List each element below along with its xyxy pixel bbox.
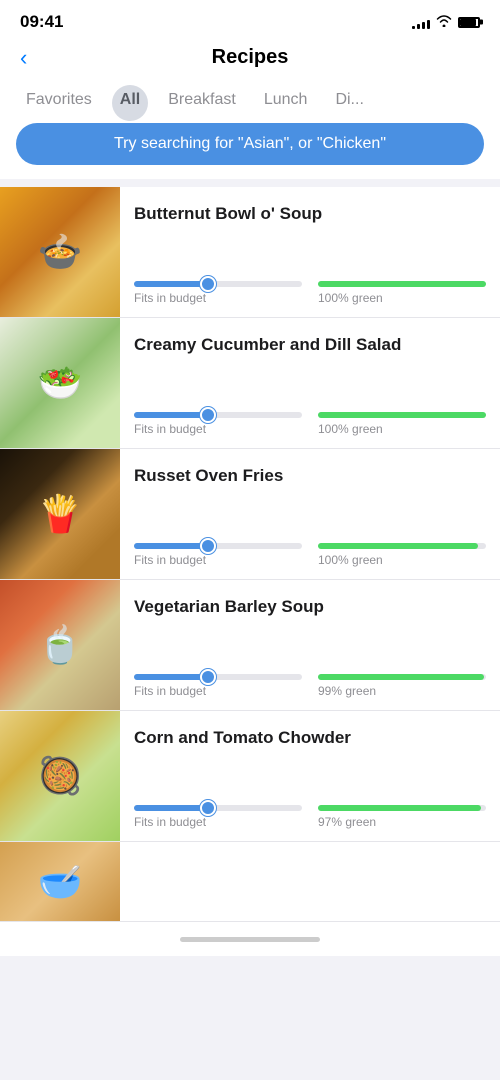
green-bar-track [318,281,486,287]
green-bar-track [318,412,486,418]
green-bar-group: 100% green [318,281,486,305]
recipe-info [120,842,500,921]
green-bar-fill [318,281,486,287]
recipe-name: Corn and Tomato Chowder [134,727,486,749]
budget-label: Fits in budget [134,684,302,698]
green-label: 97% green [318,815,486,829]
recipe-name: Russet Oven Fries [134,465,486,487]
recipe-item[interactable]: 🥘 Corn and Tomato Chowder Fits in budget… [0,711,500,842]
recipe-info: Russet Oven Fries Fits in budget 100% gr… [120,449,500,579]
home-bar [180,937,320,942]
budget-bar-group: Fits in budget [134,674,302,698]
green-bar-fill [318,543,478,549]
recipe-image: 🍵 [0,580,120,710]
recipe-info: Creamy Cucumber and Dill Salad Fits in b… [120,318,500,448]
green-bar-track [318,674,486,680]
tab-active-indicator [112,85,148,121]
recipe-image: 🥘 [0,711,120,841]
recipe-bars: Fits in budget 100% green [134,543,486,567]
recipe-image: 🍲 [0,187,120,317]
search-bar-container: Try searching for "Asian", or "Chicken" [0,123,500,179]
budget-label: Fits in budget [134,553,302,567]
green-bar-fill [318,674,484,680]
budget-bar-track [134,543,302,549]
recipe-image: 🥗 [0,318,120,448]
status-bar: 09:41 [0,0,500,38]
recipe-name: Creamy Cucumber and Dill Salad [134,334,486,356]
green-bar-fill [318,412,486,418]
tabs-container: Favorites All Breakfast Lunch Di... [0,77,500,123]
recipe-image: 🍟 [0,449,120,579]
budget-bar-fill [134,281,210,287]
budget-bar-group: Fits in budget [134,805,302,829]
green-bar-track [318,543,486,549]
recipe-bars: Fits in budget 97% green [134,805,486,829]
header: ‹ Recipes [0,38,500,77]
wifi-icon [436,14,452,30]
recipe-item[interactable]: 🥗 Creamy Cucumber and Dill Salad Fits in… [0,318,500,449]
recipe-image: 🥣 [0,842,120,922]
budget-bar-fill [134,543,210,549]
status-icons [412,14,480,30]
tabs-row: Favorites All Breakfast Lunch Di... [0,85,500,123]
signal-icon [412,15,430,29]
green-bar-group: 97% green [318,805,486,829]
tab-breakfast[interactable]: Breakfast [154,85,250,123]
recipe-list: 🍲 Butternut Bowl o' Soup Fits in budget … [0,187,500,922]
tab-lunch[interactable]: Lunch [250,85,322,123]
recipe-name: Butternut Bowl o' Soup [134,203,486,225]
section-divider [0,179,500,187]
recipe-info: Corn and Tomato Chowder Fits in budget 9… [120,711,500,841]
green-bar-group: 100% green [318,543,486,567]
back-button[interactable]: ‹ [20,45,27,71]
recipe-bars: Fits in budget 99% green [134,674,486,698]
search-bar[interactable]: Try searching for "Asian", or "Chicken" [16,123,484,165]
green-bar-fill [318,805,481,811]
budget-bar-group: Fits in budget [134,412,302,436]
recipe-item-partial[interactable]: 🥣 [0,842,500,922]
budget-label: Fits in budget [134,291,302,305]
status-time: 09:41 [20,12,63,32]
green-bar-group: 99% green [318,674,486,698]
page-title: Recipes [212,46,289,69]
battery-icon [458,17,480,28]
budget-bar-group: Fits in budget [134,543,302,567]
recipe-item[interactable]: 🍲 Butternut Bowl o' Soup Fits in budget … [0,187,500,318]
green-label: 100% green [318,422,486,436]
recipe-item[interactable]: 🍟 Russet Oven Fries Fits in budget 100% … [0,449,500,580]
budget-bar-track [134,412,302,418]
tab-dinner[interactable]: Di... [321,85,377,123]
green-bar-track [318,805,486,811]
green-label: 100% green [318,553,486,567]
budget-bar-fill [134,674,210,680]
budget-bar-track [134,674,302,680]
budget-bar-track [134,805,302,811]
budget-label: Fits in budget [134,815,302,829]
recipe-bars: Fits in budget 100% green [134,412,486,436]
home-indicator [0,922,500,956]
green-label: 100% green [318,291,486,305]
budget-bar-group: Fits in budget [134,281,302,305]
tab-all[interactable]: All [106,85,154,123]
recipe-info: Butternut Bowl o' Soup Fits in budget 10… [120,187,500,317]
recipe-name: Vegetarian Barley Soup [134,596,486,618]
budget-bar-fill [134,805,210,811]
recipe-bars: Fits in budget 100% green [134,281,486,305]
green-bar-group: 100% green [318,412,486,436]
tab-favorites[interactable]: Favorites [12,85,106,123]
green-label: 99% green [318,684,486,698]
recipe-item[interactable]: 🍵 Vegetarian Barley Soup Fits in budget … [0,580,500,711]
budget-bar-fill [134,412,210,418]
recipe-info: Vegetarian Barley Soup Fits in budget 99… [120,580,500,710]
budget-label: Fits in budget [134,422,302,436]
budget-bar-track [134,281,302,287]
